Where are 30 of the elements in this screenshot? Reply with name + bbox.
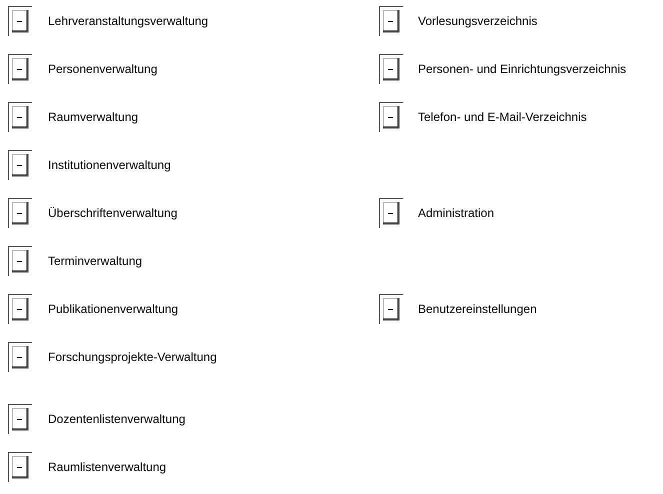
document-icon[interactable]: [379, 198, 403, 228]
menu-link[interactable]: Raumverwaltung: [48, 110, 138, 124]
menu-link[interactable]: Telefon- und E-Mail-Verzeichnis: [418, 110, 587, 124]
document-icon[interactable]: [8, 342, 32, 372]
menu-link[interactable]: Personenverwaltung: [48, 62, 158, 76]
document-icon[interactable]: [379, 6, 403, 36]
document-icon[interactable]: [379, 102, 403, 132]
document-icon[interactable]: [379, 294, 403, 324]
document-icon[interactable]: [8, 150, 32, 180]
document-icon[interactable]: [8, 404, 32, 434]
menu-link[interactable]: Überschriftenverwaltung: [48, 206, 178, 220]
menu-link[interactable]: Forschungsprojekte-Verwaltung: [48, 350, 217, 364]
menu-link[interactable]: Terminverwaltung: [48, 254, 142, 268]
menu-link[interactable]: Publikationenverwaltung: [48, 302, 178, 316]
document-icon[interactable]: [8, 198, 32, 228]
menu-link[interactable]: Lehrveranstaltungsverwaltung: [48, 14, 208, 28]
menu-link[interactable]: Administration: [418, 206, 494, 220]
document-icon[interactable]: [8, 246, 32, 276]
document-icon[interactable]: [8, 54, 32, 84]
menu-link[interactable]: Raumlistenverwaltung: [48, 460, 166, 474]
document-icon[interactable]: [379, 54, 403, 84]
document-icon[interactable]: [8, 452, 32, 482]
menu-link[interactable]: Dozentenlistenverwaltung: [48, 412, 186, 426]
document-icon[interactable]: [8, 102, 32, 132]
document-icon[interactable]: [8, 6, 32, 36]
document-icon[interactable]: [8, 294, 32, 324]
menu-link[interactable]: Benutzereinstellungen: [418, 302, 537, 316]
menu-link[interactable]: Institutionenverwaltung: [48, 158, 171, 172]
menu-link[interactable]: Personen- und Einrichtungsverzeichnis: [418, 62, 626, 76]
menu-link[interactable]: Vorlesungsverzeichnis: [418, 14, 538, 28]
